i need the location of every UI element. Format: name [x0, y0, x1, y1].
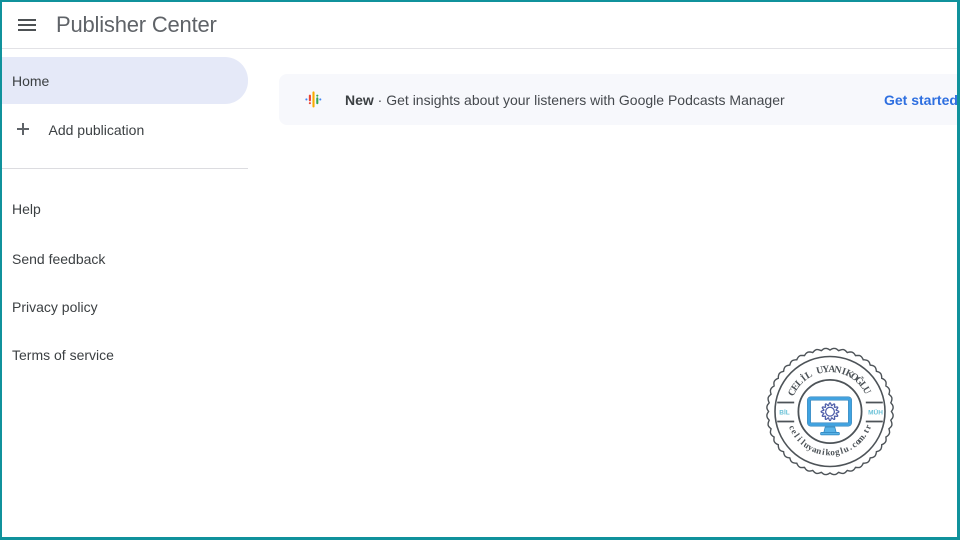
svg-text:MÜH: MÜH: [868, 407, 883, 416]
svg-text:BİL: BİL: [779, 408, 790, 416]
